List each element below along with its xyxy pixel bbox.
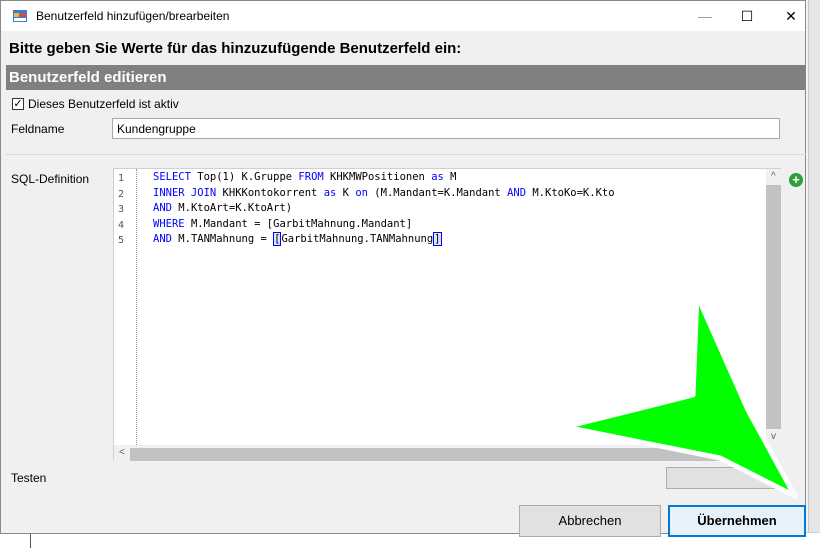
active-checkbox[interactable]: ✓ <box>12 98 24 110</box>
sql-token: M.KtoKo=K.Kto <box>532 186 615 199</box>
app-window-icon <box>13 10 27 22</box>
sql-code-line[interactable]: SELECT Top(1) K.Gruppe FROM KHKMWPositio… <box>153 171 456 183</box>
sql-token: KHKMWPositionen <box>330 171 432 183</box>
sql-token: (1) K.Gruppe <box>216 171 299 183</box>
sql-code-line[interactable]: AND M.TANMahnung = [GarbitMahnung.TANMah… <box>153 232 442 246</box>
sql-keyword: as <box>323 186 343 199</box>
active-checkbox-row[interactable]: ✓ Dieses Benutzerfeld ist aktiv <box>12 96 179 112</box>
sql-token: K <box>342 186 356 199</box>
sql-keyword: on <box>355 186 375 199</box>
sql-token: M <box>450 171 457 183</box>
line-number-gutter: 1 2 3 4 5 <box>114 169 136 445</box>
sql-token: KHKKontokorrent <box>222 186 324 199</box>
sql-definition-label: SQL-Definition <box>11 172 90 186</box>
feldname-label: Feldname <box>11 122 65 136</box>
apply-button[interactable]: Übernehmen <box>668 505 806 537</box>
window-title: Benutzerfeld hinzufügen/brearbeiten <box>36 9 230 23</box>
add-icon[interactable]: + <box>789 173 803 187</box>
matched-bracket: ] <box>433 232 442 246</box>
edit-user-field-dialog: Benutzerfeld hinzufügen/brearbeiten — ☐ … <box>0 0 806 537</box>
test-button[interactable] <box>666 467 780 489</box>
scroll-left-arrow-icon[interactable]: < <box>119 447 125 458</box>
horizontal-scrollbar-thumb[interactable] <box>130 448 766 461</box>
line-number: 2 <box>118 188 125 200</box>
title-bar[interactable]: Benutzerfeld hinzufügen/brearbeiten — ☐ … <box>1 1 805 31</box>
maximize-button[interactable]: ☐ <box>725 1 769 31</box>
sql-token: GarbitMahnung.TANMahnung <box>281 233 434 245</box>
sql-keyword: as <box>431 171 451 183</box>
minimize-button[interactable]: — <box>683 1 727 31</box>
line-number: 4 <box>118 219 125 231</box>
instruction-text: Bitte geben Sie Werte für das hinzuzufüg… <box>9 40 462 57</box>
sql-token: (M.Mandant=K.Mandant <box>374 186 508 199</box>
section-header: Benutzerfeld editieren <box>6 65 805 90</box>
sql-keyword: WHERE <box>153 217 191 230</box>
scrollbar-corner <box>766 445 781 460</box>
sql-code-line[interactable]: INNER JOIN KHKKontokorrent as K on (M.Ma… <box>153 187 615 199</box>
background-app-edge <box>808 0 820 548</box>
sql-keyword: INNER JOIN <box>153 186 223 199</box>
line-number: 3 <box>118 204 125 215</box>
sql-token: M.TANMahnung = <box>178 233 274 245</box>
vertical-scrollbar-thumb[interactable] <box>766 185 781 429</box>
sql-keyword: AND <box>153 233 179 245</box>
sql-editor[interactable]: 1 2 3 4 5 SELECT Top(1) K.Gruppe FROM KHKMWP… <box>113 168 781 461</box>
line-number: 5 <box>118 235 125 246</box>
sql-keyword: SELECT <box>153 171 198 183</box>
cancel-button[interactable]: Abbrechen <box>519 505 661 537</box>
scroll-down-arrow-icon[interactable]: v <box>771 431 776 442</box>
gutter-separator <box>136 169 137 445</box>
line-number: 1 <box>118 173 125 184</box>
sql-token: Top <box>197 171 217 183</box>
testen-label: Testen <box>11 471 47 485</box>
sql-code-line[interactable]: WHERE M.Mandant = [GarbitMahnung.Mandant… <box>153 218 412 230</box>
sql-keyword: AND <box>153 202 179 214</box>
section-divider <box>6 154 806 155</box>
feldname-input[interactable]: Kundengruppe <box>112 118 780 139</box>
active-checkbox-label: Dieses Benutzerfeld ist aktiv <box>28 97 179 111</box>
sql-keyword: AND <box>507 186 533 199</box>
background-app-divider <box>30 532 31 548</box>
sql-code-line[interactable]: AND M.KtoArt=K.KtoArt) <box>153 202 292 214</box>
scroll-up-arrow-icon[interactable]: ^ <box>771 171 776 182</box>
sql-token: M.Mandant = [GarbitMahnung.Mandant] <box>190 217 413 230</box>
sql-token: M.KtoArt=K.KtoArt) <box>178 202 293 214</box>
close-button[interactable]: ✕ <box>769 1 813 31</box>
sql-keyword: FROM <box>298 171 331 183</box>
